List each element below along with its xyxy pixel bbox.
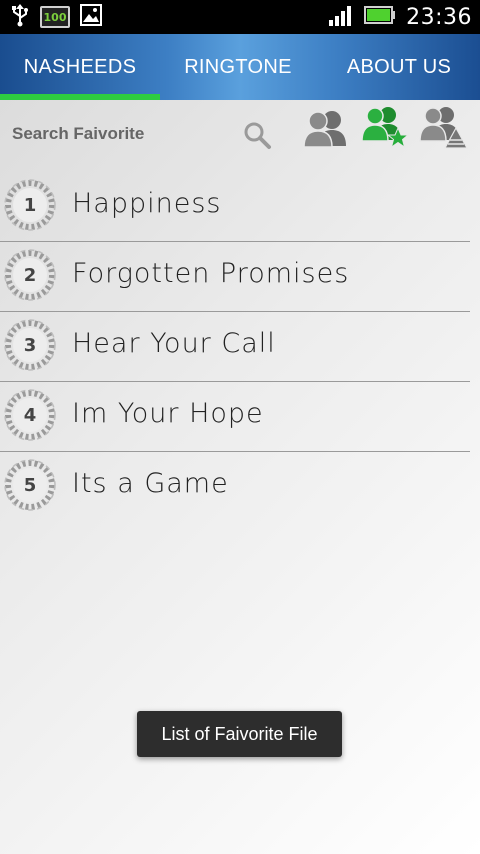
ringtone-users-icon[interactable]: [418, 104, 468, 150]
item-number: 5: [23, 474, 37, 496]
list-item[interactable]: 4 Im Your Hope: [0, 382, 470, 452]
item-title: Its a Game: [72, 468, 229, 499]
toast-message: List of Faivorite File: [137, 711, 342, 757]
status-bar: 100 23:36: [0, 0, 480, 34]
item-title: Hear Your Call: [72, 328, 276, 359]
list-item[interactable]: 3 Hear Your Call: [0, 312, 470, 382]
battery-100-badge-icon: 100: [40, 6, 70, 28]
search-input[interactable]: [12, 120, 232, 148]
favorite-users-icon[interactable]: [360, 104, 410, 150]
usb-icon: [10, 3, 30, 32]
item-number: 1: [23, 194, 37, 216]
list-item[interactable]: 1 Happiness: [0, 172, 470, 242]
search-icon[interactable]: [240, 118, 274, 152]
battery-icon: [364, 5, 396, 29]
list-item[interactable]: 2 Forgotten Promises: [0, 242, 470, 312]
gallery-icon: [80, 3, 102, 31]
list-item[interactable]: 5 Its a Game: [0, 452, 470, 521]
signal-icon: [328, 4, 354, 31]
users-icon[interactable]: [300, 106, 350, 150]
item-number: 4: [23, 404, 37, 426]
search-row: [0, 100, 480, 168]
item-number: 3: [23, 334, 37, 356]
item-title: Happiness: [72, 188, 222, 219]
item-title: Forgotten Promises: [72, 258, 350, 289]
item-title: Im Your Hope: [72, 398, 264, 429]
tab-ringtone[interactable]: RINGTONE: [158, 34, 318, 100]
status-clock: 23:36: [406, 4, 472, 30]
battery-badge-text: 100: [43, 10, 67, 24]
item-number: 2: [23, 264, 37, 286]
tab-about-us[interactable]: ABOUT US: [319, 34, 479, 100]
tab-bar: NASHEEDS RINGTONE ABOUT US: [0, 34, 480, 100]
favorite-list: 1 Happiness 2 Forgotten Promises 3 Hear …: [0, 172, 480, 521]
tab-nasheeds[interactable]: NASHEEDS: [0, 34, 160, 100]
